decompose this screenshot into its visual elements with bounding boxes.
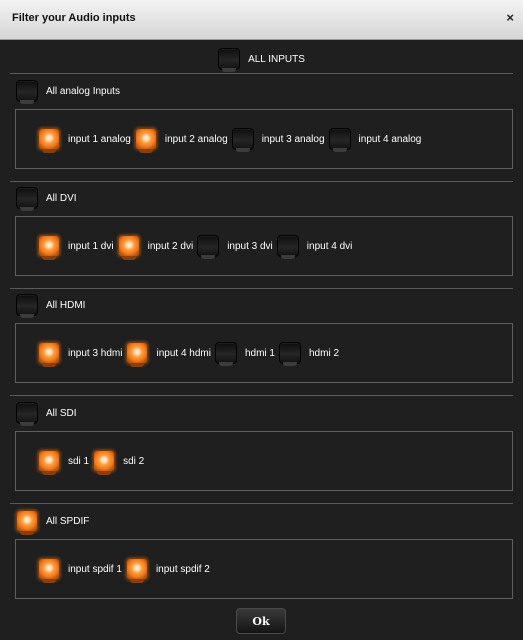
input-1-analog-toggle[interactable] — [38, 128, 60, 153]
sdi-2-toggle[interactable] — [93, 450, 116, 475]
input-spdif-2-toggle[interactable] — [125, 558, 148, 583]
separator — [10, 395, 513, 396]
list-item: input spdif 2 — [125, 558, 210, 583]
group-sdi-label: All SDI — [46, 407, 77, 419]
list-item: input 1 dvi — [38, 235, 114, 260]
input-label: input spdif 1 — [68, 563, 122, 575]
input-label: input 3 hdmi — [68, 347, 123, 359]
sdi-1-toggle[interactable] — [38, 450, 60, 475]
list-item: input 2 analog — [134, 128, 228, 153]
filter-dialog: ALL INPUTS All analog Inputs input 1 ana… — [0, 40, 523, 640]
group-hdmi-toggle-row: All HDMI — [16, 294, 86, 318]
all-analog-toggle[interactable] — [16, 80, 38, 104]
list-item: sdi 2 — [93, 450, 145, 475]
input-2-analog-toggle[interactable] — [134, 128, 157, 153]
separator — [10, 503, 513, 504]
input-4-dvi-toggle[interactable] — [276, 235, 299, 259]
input-label: input 4 analog — [358, 133, 422, 145]
group-spdif-panel: input spdif 1 input spdif 2 — [15, 539, 513, 599]
group-spdif-toggle-row: All SPDIF — [16, 510, 90, 535]
input-3-dvi-toggle[interactable] — [197, 235, 220, 259]
input-1-dvi-toggle[interactable] — [38, 235, 60, 260]
input-label: input spdif 2 — [155, 563, 210, 575]
input-label: input 3 analog — [261, 133, 325, 145]
list-item: input 3 dvi — [197, 235, 273, 259]
all-hdmi-toggle[interactable] — [16, 294, 38, 318]
hdmi-2-toggle[interactable] — [278, 342, 301, 366]
input-label: hdmi 1 — [244, 347, 275, 359]
all-inputs-row: ALL INPUTS — [0, 46, 523, 72]
group-spdif-label: All SPDIF — [46, 515, 90, 527]
input-label: sdi 1 — [68, 455, 90, 467]
input-spdif-1-toggle[interactable] — [38, 558, 60, 583]
input-label: sdi 2 — [123, 455, 145, 467]
input-label: input 1 dvi — [68, 240, 114, 252]
input-label: input 4 dvi — [306, 240, 353, 252]
list-item: input 4 hdmi — [126, 342, 211, 367]
group-hdmi-label: All HDMI — [46, 299, 86, 311]
input-label: hdmi 2 — [308, 347, 339, 359]
input-4-hdmi-toggle[interactable] — [126, 342, 149, 367]
group-analog-toggle-row: All analog Inputs — [16, 80, 120, 104]
input-4-analog-toggle[interactable] — [328, 128, 351, 152]
list-item: hdmi 2 — [278, 342, 339, 366]
window-title: Filter your Audio inputs — [12, 12, 136, 24]
list-item: input 4 analog — [328, 128, 422, 152]
close-icon[interactable]: × — [506, 10, 514, 25]
group-hdmi-panel: input 3 hdmi input 4 hdmi hdmi 1 hdmi 2 — [15, 323, 513, 383]
group-analog-label: All analog Inputs — [46, 85, 120, 97]
group-analog-panel: input 1 analog input 2 analog input 3 an… — [15, 109, 513, 169]
input-3-analog-toggle[interactable] — [231, 128, 254, 152]
separator — [10, 181, 513, 182]
list-item: input 3 hdmi — [38, 342, 123, 367]
group-sdi-panel: sdi 1 sdi 2 — [15, 431, 513, 491]
input-3-hdmi-toggle[interactable] — [38, 342, 60, 367]
group-dvi-panel: input 1 dvi input 2 dvi input 3 dvi inpu… — [15, 216, 513, 276]
all-inputs-label: ALL INPUTS — [248, 53, 305, 65]
hdmi-1-toggle[interactable] — [214, 342, 237, 366]
input-2-dvi-toggle[interactable] — [117, 235, 140, 260]
input-label: input 3 dvi — [227, 240, 273, 252]
group-dvi-label: All DVI — [46, 192, 77, 204]
list-item: input spdif 1 — [38, 558, 122, 583]
input-label: input 2 analog — [164, 133, 228, 145]
input-label: input 2 dvi — [147, 240, 194, 252]
list-item: input 3 analog — [231, 128, 325, 152]
list-item: hdmi 1 — [214, 342, 275, 366]
list-item: input 4 dvi — [276, 235, 353, 259]
list-item: input 1 analog — [38, 128, 131, 153]
input-label: input 4 hdmi — [156, 347, 211, 359]
group-dvi-toggle-row: All DVI — [16, 187, 77, 211]
ok-button[interactable]: Ok — [236, 608, 286, 634]
title-bar: Filter your Audio inputs × — [0, 0, 523, 40]
group-sdi-toggle-row: All SDI — [16, 402, 77, 426]
all-sdi-toggle[interactable] — [16, 402, 38, 426]
input-label: input 1 analog — [68, 133, 131, 145]
separator — [10, 73, 513, 74]
all-dvi-toggle[interactable] — [16, 187, 38, 211]
all-inputs-toggle[interactable] — [218, 48, 241, 72]
all-spdif-toggle[interactable] — [16, 510, 38, 535]
separator — [10, 288, 513, 289]
list-item: input 2 dvi — [117, 235, 194, 260]
list-item: sdi 1 — [38, 450, 90, 475]
